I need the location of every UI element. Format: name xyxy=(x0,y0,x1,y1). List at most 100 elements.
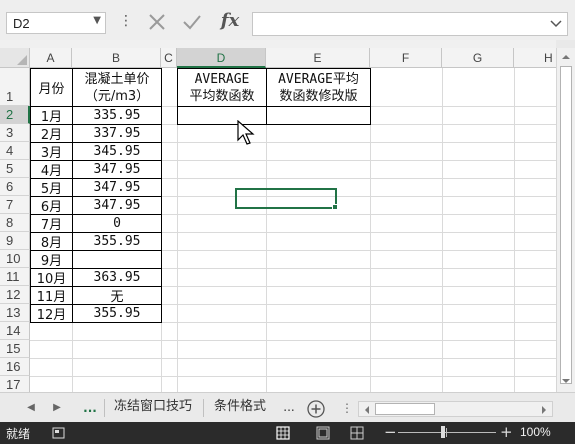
column-header-g[interactable]: G xyxy=(442,48,514,68)
normal-view-icon[interactable] xyxy=(276,426,290,440)
row-header-11[interactable]: 11 xyxy=(0,268,30,286)
row-header-4[interactable]: 4 xyxy=(0,142,30,160)
macro-record-icon[interactable] xyxy=(52,426,66,440)
column-header-e[interactable]: E xyxy=(266,48,370,68)
sheet-tab-freeze[interactable]: 冻结窗口技巧 xyxy=(106,393,200,421)
row-header-9[interactable]: 9 xyxy=(0,232,30,250)
cell-a1[interactable]: 月份 xyxy=(31,69,72,106)
cell-b11[interactable]: 363.95 xyxy=(73,269,161,286)
page-break-preview-icon[interactable] xyxy=(350,426,364,440)
zoom-slider-thumb[interactable] xyxy=(441,426,445,438)
vertical-scroll-thumb[interactable] xyxy=(560,66,572,384)
cell-a3[interactable]: 2月 xyxy=(31,125,72,143)
e1-line2: 数函数修改版 xyxy=(279,88,358,104)
cell-b5[interactable]: 347.95 xyxy=(73,161,161,178)
row-header-15[interactable]: 15 xyxy=(0,340,30,358)
cell-b7[interactable]: 347.95 xyxy=(73,197,161,214)
cell-b12[interactable]: 无 xyxy=(73,287,161,305)
check-icon[interactable] xyxy=(180,10,204,34)
row-header-13[interactable]: 13 xyxy=(0,304,30,322)
add-sheet-plus-icon[interactable] xyxy=(306,399,326,419)
vertical-dots-icon[interactable]: ⋮ xyxy=(119,14,133,28)
row-header-2[interactable]: 2 xyxy=(0,106,30,124)
cell-e1[interactable]: AVERAGE平均 数函数修改版 xyxy=(267,69,370,106)
cell-e2[interactable] xyxy=(267,107,370,124)
mouse-pointer-icon xyxy=(237,120,255,145)
row-header-8[interactable]: 8 xyxy=(0,214,30,232)
page-layout-view-icon[interactable] xyxy=(316,426,330,440)
cell-b4[interactable]: 345.95 xyxy=(73,143,161,160)
tab-scroll-right-icon[interactable]: ▶ xyxy=(48,399,66,417)
row-header-12[interactable]: 12 xyxy=(0,286,30,304)
row-header-16[interactable]: 16 xyxy=(0,358,30,376)
column-header-f[interactable]: F xyxy=(370,48,442,68)
cell-a6[interactable]: 5月 xyxy=(31,179,72,197)
cell-b9[interactable]: 355.95 xyxy=(73,233,161,250)
sheet-tab-conditional-format[interactable]: 条件格式 xyxy=(206,393,274,421)
cell-a5[interactable]: 4月 xyxy=(31,161,72,179)
cell-a8[interactable]: 7月 xyxy=(31,215,72,233)
scroll-down-arrow-icon[interactable] xyxy=(559,374,573,388)
column-header-a[interactable]: A xyxy=(30,48,72,68)
row-header-7[interactable]: 7 xyxy=(0,196,30,214)
column-header-b[interactable]: B xyxy=(72,48,161,68)
row-header-5[interactable]: 5 xyxy=(0,160,30,178)
more-tabs-left-button[interactable]: ... xyxy=(78,398,102,418)
column-header-d[interactable]: D xyxy=(177,48,266,68)
table-border xyxy=(370,68,371,125)
zoom-level[interactable]: 100% xyxy=(520,425,551,439)
cell-a13[interactable]: 12月 xyxy=(31,305,72,323)
more-tabs-right-button[interactable]: ... xyxy=(278,397,300,417)
horizontal-scrollbar[interactable] xyxy=(358,401,553,417)
expand-formula-bar-chevron-icon[interactable] xyxy=(550,17,562,29)
vertical-scrollbar[interactable] xyxy=(556,48,575,392)
row-header-3[interactable]: 3 xyxy=(0,124,30,142)
cell-a11[interactable]: 10月 xyxy=(31,269,72,287)
vertical-dots-icon[interactable]: ⋮ xyxy=(341,401,353,415)
gridline xyxy=(30,340,556,341)
cancel-x-icon[interactable] xyxy=(145,10,169,34)
column-header-h[interactable]: H xyxy=(514,48,556,68)
cell-selection-box[interactable] xyxy=(235,188,337,209)
cell-a7[interactable]: 6月 xyxy=(31,197,72,215)
row-header-14[interactable]: 14 xyxy=(0,322,30,340)
d1-line2: 平均数函数 xyxy=(189,88,255,104)
cell-a10[interactable]: 9月 xyxy=(31,251,72,269)
cell-b3[interactable]: 337.95 xyxy=(73,125,161,142)
name-box[interactable]: D2 ▼ xyxy=(6,12,106,34)
row-header-1[interactable]: 1 xyxy=(0,68,30,106)
horizontal-scroll-thumb[interactable] xyxy=(375,403,435,415)
tab-scroll-left-icon[interactable]: ◀ xyxy=(22,399,40,417)
cell-b10[interactable] xyxy=(73,251,161,268)
scroll-right-arrow-icon[interactable] xyxy=(538,404,550,416)
zoom-out-icon[interactable]: − xyxy=(384,423,397,441)
scroll-left-arrow-icon[interactable] xyxy=(361,404,373,416)
row-header-6[interactable]: 6 xyxy=(0,178,30,196)
chevron-down-icon[interactable]: ▼ xyxy=(93,15,101,26)
cell-a2[interactable]: 1月 xyxy=(31,107,72,125)
table-border xyxy=(177,124,371,125)
status-ready-text: 就绪 xyxy=(6,427,31,441)
cell-a4[interactable]: 3月 xyxy=(31,143,72,161)
cell-a9[interactable]: 8月 xyxy=(31,233,72,251)
sheet-tab-bar: ◀ ▶ ... 冻结窗口技巧 条件格式 ... ⋮ xyxy=(0,392,575,422)
formula-input[interactable] xyxy=(252,12,568,36)
cell-d1[interactable]: AVERAGE 平均数函数 xyxy=(178,69,266,106)
select-all-corner[interactable] xyxy=(0,48,30,68)
cell-b2[interactable]: 335.95 xyxy=(73,107,161,124)
cell-b1[interactable]: 混凝土单价 （元/m3） xyxy=(73,69,161,106)
zoom-in-icon[interactable]: + xyxy=(500,423,513,441)
cell-b13[interactable]: 355.95 xyxy=(73,305,161,322)
cell-b6[interactable]: 347.95 xyxy=(73,179,161,196)
row-header-10[interactable]: 10 xyxy=(0,250,30,268)
insert-function-icon[interactable]: fx xyxy=(216,8,244,34)
zoom-slider-track[interactable] xyxy=(398,432,496,433)
spreadsheet-grid[interactable]: A B C D E F G H 1 2 3 4 5 6 7 8 9 10 11 … xyxy=(0,48,556,392)
column-header-c[interactable]: C xyxy=(161,48,177,68)
e1-line1: AVERAGE平均 xyxy=(278,71,359,87)
fill-handle[interactable] xyxy=(332,204,338,210)
scroll-up-arrow-icon[interactable] xyxy=(559,50,573,64)
row-header-17[interactable]: 17 xyxy=(0,376,30,392)
cell-a12[interactable]: 11月 xyxy=(31,287,72,305)
cell-b8[interactable]: 0 xyxy=(73,215,161,232)
